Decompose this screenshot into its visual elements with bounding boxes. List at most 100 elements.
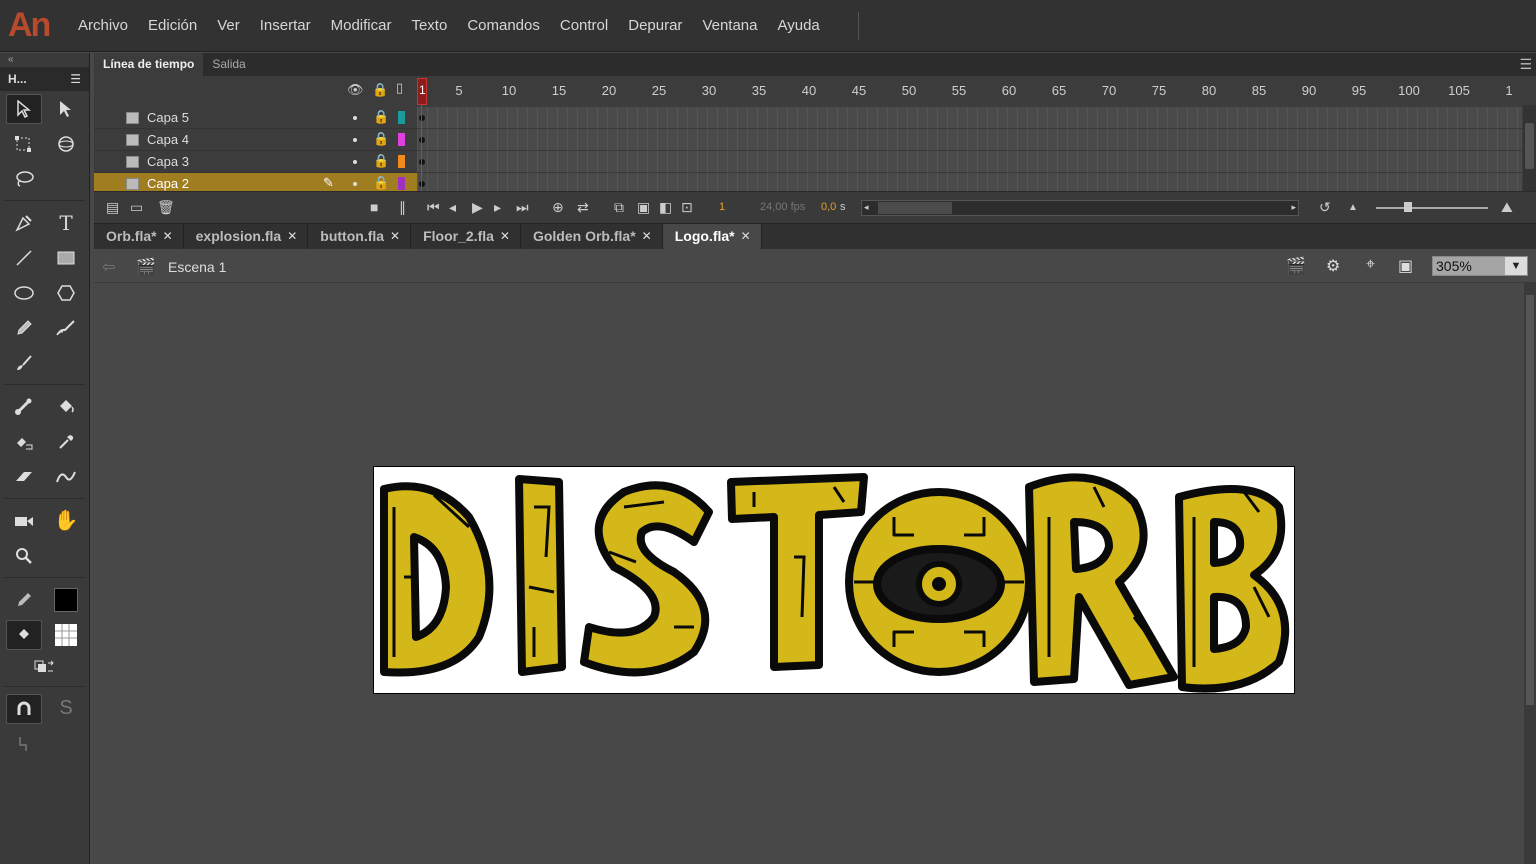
fill-color-swatch[interactable] <box>48 620 84 650</box>
onion-skin-icon[interactable]: ⧉ <box>614 199 624 216</box>
stage-canvas[interactable] <box>373 466 1295 694</box>
swap-colors-icon[interactable] <box>26 652 62 682</box>
lock-icon[interactable]: 🔒 <box>373 131 389 147</box>
menu-ayuda[interactable]: Ayuda <box>768 0 830 52</box>
chevron-down-icon[interactable]: ▼ <box>1505 257 1527 275</box>
polystar-tool-icon[interactable] <box>48 278 84 308</box>
layer-color-swatch[interactable] <box>398 177 405 190</box>
subselection-tool-icon[interactable] <box>48 94 84 124</box>
pencil-tool-icon[interactable] <box>6 313 42 343</box>
modify-markers-icon[interactable]: ⊡ <box>681 199 693 216</box>
fill-color-icon[interactable] <box>6 619 42 650</box>
zoom-select[interactable]: 305% ▼ <box>1432 256 1528 276</box>
new-folder-icon[interactable]: ▭ <box>130 199 143 216</box>
keyframe[interactable] <box>419 137 425 143</box>
loop-icon[interactable]: ⇄ <box>577 199 589 216</box>
keyframe[interactable] <box>419 181 425 187</box>
first-frame-icon[interactable]: ⏮ <box>427 199 440 216</box>
eye-icon[interactable]: 👁 <box>347 82 364 98</box>
lock-icon[interactable]: 🔒 <box>373 153 389 169</box>
frame-zoom-slider-knob[interactable] <box>1404 202 1412 212</box>
visibility-toggle[interactable] <box>353 160 357 164</box>
oval-tool-icon[interactable] <box>6 278 42 308</box>
text-tool-icon[interactable]: T <box>48 208 84 238</box>
3d-rotation-tool-icon[interactable] <box>48 129 84 159</box>
new-layer-icon[interactable]: ▤ <box>106 199 119 216</box>
onion-outline-icon[interactable]: ▣ <box>637 199 650 216</box>
eraser-tool-icon[interactable] <box>6 462 42 492</box>
layer-color-swatch[interactable] <box>398 155 405 168</box>
elapsed-time-field[interactable]: 0,0 <box>821 201 836 213</box>
scene-label[interactable]: Escena 1 <box>168 259 226 275</box>
center-frame-icon[interactable]: ⊕ <box>552 199 564 216</box>
center-stage-icon[interactable]: ⌖ <box>1366 256 1375 274</box>
paint-bucket-tool-icon[interactable] <box>48 392 84 422</box>
play-icon[interactable]: ▶ <box>472 199 483 216</box>
tab-output[interactable]: Salida <box>203 53 254 76</box>
menu-ventana[interactable]: Ventana <box>692 0 767 52</box>
line-tool-icon[interactable] <box>6 243 42 273</box>
collapse-panel-button[interactable]: « <box>0 53 89 67</box>
layer-row[interactable]: Capa 3 🔒 <box>94 151 417 173</box>
panel-menu-icon[interactable]: ☰ <box>1519 56 1532 73</box>
rectangle-tool-icon[interactable] <box>48 243 84 273</box>
edit-multiple-icon[interactable]: ◧ <box>659 199 672 216</box>
document-tab[interactable]: Orb.fla* ✕ <box>94 224 184 249</box>
paint-brush-tool-icon[interactable] <box>48 313 84 343</box>
panel-menu-icon[interactable]: ☰ <box>70 72 81 86</box>
menu-ver[interactable]: Ver <box>207 0 250 52</box>
pen-tool-icon[interactable] <box>6 208 42 238</box>
lock-icon[interactable]: 🔒 <box>372 82 388 98</box>
step-forward-icon[interactable]: ▸ <box>494 199 501 216</box>
selection-tool-icon[interactable] <box>6 93 42 124</box>
back-arrow-icon[interactable]: ⇦ <box>102 257 115 277</box>
zoom-tool-icon[interactable] <box>6 541 42 571</box>
document-tab[interactable]: Floor_2.fla ✕ <box>411 224 521 249</box>
menu-modificar[interactable]: Modificar <box>321 0 402 52</box>
lasso-tool-icon[interactable] <box>6 164 42 194</box>
brush-tool-icon[interactable] <box>6 348 42 378</box>
layer-row[interactable]: Capa 5 🔒 <box>94 107 417 129</box>
document-tab[interactable]: Golden Orb.fla* ✕ <box>521 224 663 249</box>
frame-rate-field[interactable]: 24,00 fps <box>760 201 805 213</box>
edit-symbols-icon[interactable]: ⚙ <box>1326 256 1340 276</box>
lock-icon[interactable]: 🔒 <box>373 109 389 125</box>
timeline-horizontal-scrollbar[interactable]: ◂ ▸ <box>861 200 1299 216</box>
stage-vertical-scrollbar[interactable] <box>1524 283 1536 864</box>
edit-scene-icon[interactable]: 🎬 <box>1286 256 1306 276</box>
stroke-color-swatch[interactable] <box>48 585 84 615</box>
scroll-left-icon[interactable]: ◂ <box>864 202 869 213</box>
close-icon[interactable]: ✕ <box>741 224 751 249</box>
timeline-vertical-scrollbar[interactable] <box>1523 105 1536 191</box>
straighten-icon[interactable] <box>6 729 42 759</box>
distorb-logo-artwork[interactable] <box>374 467 1295 694</box>
zoom-in-frames-icon[interactable]: ⛰ <box>1501 199 1513 216</box>
width-tool-icon[interactable] <box>48 462 84 492</box>
undo-view-icon[interactable]: ↺ <box>1319 199 1331 216</box>
layer-color-swatch[interactable] <box>398 111 405 124</box>
visibility-toggle[interactable] <box>353 116 357 120</box>
layer-color-swatch[interactable] <box>398 133 405 146</box>
lock-icon[interactable]: 🔒 <box>373 175 389 191</box>
layer-depth-icon[interactable]: ∥ <box>399 199 406 216</box>
zoom-value[interactable]: 305% <box>1433 257 1505 275</box>
delete-layer-icon[interactable]: 🗑 <box>157 199 175 216</box>
step-back-icon[interactable]: ◂ <box>449 199 456 216</box>
hand-tool-icon[interactable]: ✋ <box>48 506 84 536</box>
camera-icon[interactable]: ■ <box>370 199 378 215</box>
close-icon[interactable]: ✕ <box>163 224 173 249</box>
visibility-toggle[interactable] <box>353 138 357 142</box>
frame-grid[interactable] <box>417 107 1522 195</box>
close-icon[interactable]: ✕ <box>390 224 400 249</box>
smooth-icon[interactable]: S <box>48 694 84 724</box>
close-icon[interactable]: ✕ <box>500 224 510 249</box>
free-transform-tool-icon[interactable] <box>6 129 42 159</box>
keyframe[interactable] <box>419 159 425 165</box>
scroll-right-icon[interactable]: ▸ <box>1291 202 1296 213</box>
menu-edicion[interactable]: Edición <box>138 0 207 52</box>
ink-bottle-tool-icon[interactable] <box>6 427 42 457</box>
clip-content-icon[interactable]: ▣ <box>1398 256 1413 276</box>
menu-insertar[interactable]: Insertar <box>250 0 321 52</box>
document-tab-active[interactable]: Logo.fla* ✕ <box>662 224 762 249</box>
menu-control[interactable]: Control <box>550 0 618 52</box>
